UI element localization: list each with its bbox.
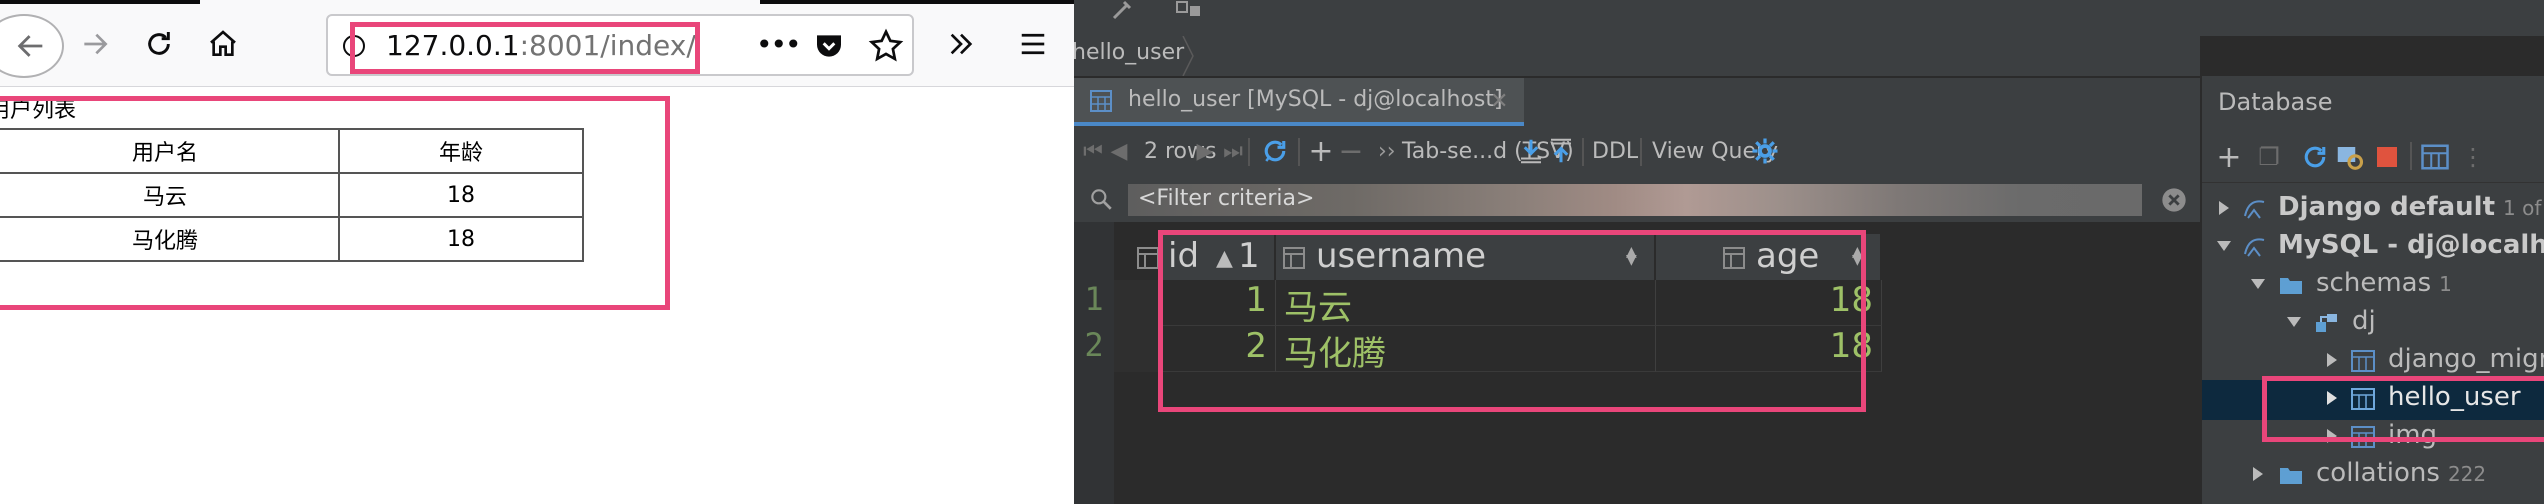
- next-page-icon[interactable]: ▶: [1190, 136, 1220, 166]
- collapse-arrow-icon[interactable]: [2214, 236, 2234, 256]
- tree-label: dj: [2352, 306, 2376, 336]
- collapse-arrow-icon[interactable]: [2284, 312, 2304, 332]
- tree-label-text: schemas: [2316, 268, 2432, 298]
- folder-icon: [2280, 278, 2302, 294]
- table-icon: [1090, 90, 1112, 112]
- remove-row-icon[interactable]: −: [1336, 134, 1366, 169]
- toolbar-separator: [1248, 138, 1250, 166]
- settings-gear-icon[interactable]: [1750, 136, 1780, 166]
- toolbar-separator: [1640, 138, 1642, 166]
- stop-icon[interactable]: [2372, 142, 2402, 172]
- refresh-icon[interactable]: [1260, 136, 1290, 166]
- ddl-button[interactable]: DDL: [1592, 139, 1638, 164]
- overflow-menu-button[interactable]: [938, 20, 984, 68]
- tree-count: 1: [2439, 272, 2452, 296]
- more-chevron-icon[interactable]: ››: [1378, 139, 1396, 164]
- schema-settings-icon[interactable]: [2334, 142, 2364, 172]
- folder-icon: [2280, 468, 2302, 484]
- reload-icon: [148, 32, 170, 55]
- forward-arrow-icon: [84, 33, 108, 55]
- filter-bar: <Filter criteria>: [1074, 178, 2200, 222]
- filter-placeholder: <Filter criteria>: [1138, 186, 1315, 211]
- tree-label: django_migrations: [2388, 344, 2544, 374]
- breadcrumb: hello_user: [1074, 36, 2200, 77]
- mysql-icon: [2244, 238, 2265, 257]
- column-icon: [1137, 247, 1159, 269]
- filter-criteria-input[interactable]: <Filter criteria>: [1128, 184, 2142, 216]
- expand-arrow-icon[interactable]: [2214, 198, 2234, 218]
- clear-icon[interactable]: [2160, 186, 2188, 214]
- close-icon[interactable]: ✕: [1490, 89, 1508, 114]
- row-number-gutter: 1 2: [1074, 222, 1114, 504]
- highlight-grid-box: [1158, 230, 1866, 412]
- tree-label-text: collations: [2316, 458, 2440, 488]
- expand-arrow-icon[interactable]: [2248, 464, 2268, 484]
- hamburger-icon: [1021, 33, 1045, 55]
- refresh-icon[interactable]: [2300, 142, 2330, 172]
- hamburger-menu-button[interactable]: [1010, 20, 1056, 68]
- add-row-icon[interactable]: +: [1306, 134, 1336, 169]
- tab-label: hello_user [MySQL - dj@localhost]: [1128, 87, 1503, 112]
- tree-label: MySQL - dj@localhost: [2278, 230, 2544, 260]
- row-selector-column: [1114, 280, 1158, 372]
- breadcrumb-item[interactable]: hello_user: [1074, 40, 1184, 65]
- previous-page-icon[interactable]: ◀: [1104, 136, 1134, 166]
- row-number[interactable]: 2: [1074, 326, 1114, 364]
- tab-strip-edge: [760, 0, 1074, 4]
- toolbar-separator: [2410, 142, 2412, 170]
- ide-main-toolbar: [1074, 0, 2544, 36]
- browser-window: 127.0.0.1:8001/index/ ••• 用户列表 用户名 年龄 马云…: [0, 0, 1074, 504]
- tree-label: Django default 1 of 14: [2278, 192, 2544, 222]
- page-actions-icon[interactable]: •••: [756, 28, 802, 62]
- tab-strip-edge: [0, 0, 200, 4]
- toolbar-separator: [1298, 138, 1300, 166]
- toolbar-separator: [1582, 138, 1584, 166]
- home-icon: [210, 30, 236, 56]
- back-arrow-icon: [17, 35, 43, 57]
- highlight-ide-grid-box: [2262, 376, 2544, 442]
- back-button[interactable]: [0, 14, 64, 78]
- row-number[interactable]: 1: [1074, 280, 1114, 318]
- structure-icon[interactable]: [1174, 0, 1204, 20]
- forward-button[interactable]: [72, 20, 118, 68]
- tree-label: schemas 1: [2316, 268, 2452, 298]
- tab-hello-user[interactable]: hello_user [MySQL - dj@localhost] ✕: [1074, 78, 1524, 126]
- tree-label-text: Django default: [2278, 192, 2496, 222]
- table-editor-icon[interactable]: [2420, 142, 2450, 172]
- download-icon[interactable]: [1516, 136, 1546, 166]
- database-toolbar: + ❐ ⋮: [2202, 130, 2544, 183]
- pocket-icon[interactable]: [812, 30, 846, 62]
- highlight-url-box: [350, 22, 700, 74]
- add-icon[interactable]: +: [2214, 140, 2244, 175]
- collapse-arrow-icon[interactable]: [2248, 274, 2268, 294]
- home-button[interactable]: [200, 20, 246, 68]
- schema-icon: [2316, 314, 2337, 332]
- last-page-icon[interactable]: ⏭: [1218, 136, 1248, 166]
- tree-label: collations 222: [2316, 458, 2486, 488]
- tree-count: 222: [2447, 462, 2487, 486]
- more-icon[interactable]: ⋮: [2458, 142, 2488, 172]
- editor-tab-bar: hello_user [MySQL - dj@localhost] ✕: [1074, 78, 2200, 127]
- copy-icon[interactable]: ❐: [2254, 142, 2284, 172]
- upload-icon[interactable]: [1546, 136, 1576, 166]
- data-grid-toolbar: ⏮ ◀ 2 rows ▶ ⏭ + − ›› Tab-se...d (TSV) D…: [1074, 126, 2200, 179]
- panel-title: Database: [2218, 88, 2333, 116]
- search-icon[interactable]: [1088, 186, 1114, 212]
- wrench-icon[interactable]: [1110, 0, 1140, 20]
- double-chevron-icon: [950, 33, 973, 55]
- table-icon: [2351, 350, 2375, 372]
- breadcrumb-separator-icon: [1182, 36, 1194, 76]
- bookmark-star-icon[interactable]: [868, 28, 904, 64]
- reload-button[interactable]: [136, 20, 182, 68]
- datasource-icon: [2244, 200, 2265, 219]
- expand-arrow-icon[interactable]: [2322, 350, 2342, 370]
- highlight-table-box: [0, 96, 670, 310]
- tree-count: 1 of 14: [2503, 196, 2544, 220]
